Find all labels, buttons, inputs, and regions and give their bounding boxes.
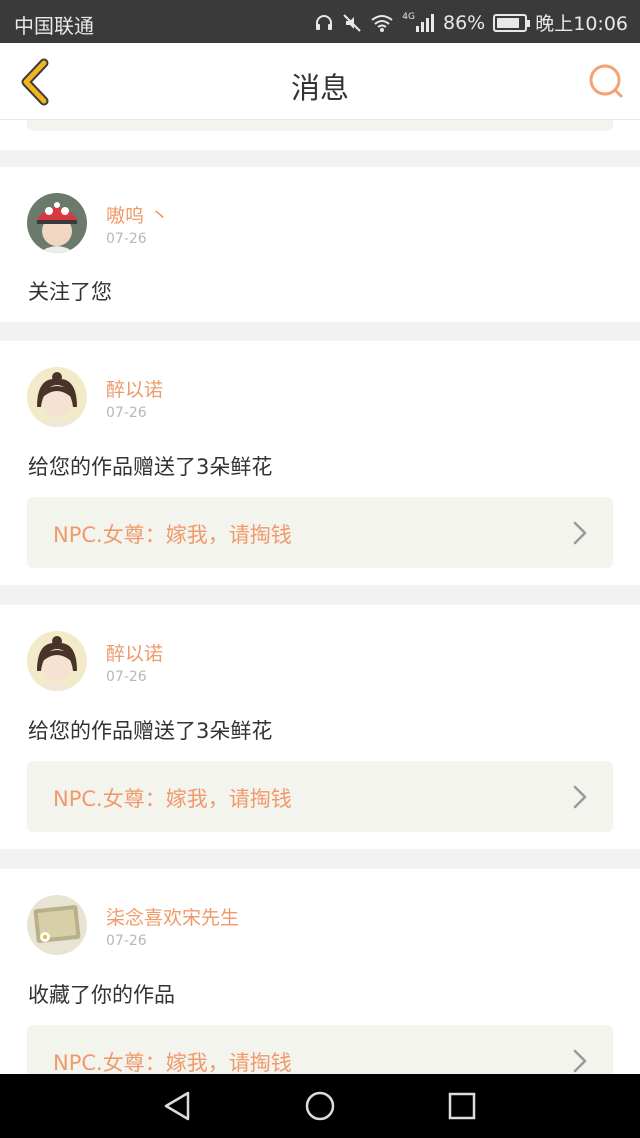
system-nav-bar <box>0 1074 640 1138</box>
message-date: 07-26 <box>106 669 147 685</box>
partial-card <box>0 120 640 150</box>
battery-icon <box>493 13 531 32</box>
app-header: 消息 <box>0 43 640 120</box>
message-card[interactable]: 醉以诺 07-26 给您的作品赠送了3朵鲜花 NPC.女尊：嫁我，请掏钱 <box>0 605 640 849</box>
headphones-icon <box>314 13 334 33</box>
home-circle-icon[interactable] <box>302 1088 338 1124</box>
username[interactable]: 柒念喜欢宋先生 <box>106 903 239 930</box>
work-title: NPC.女尊：嫁我，请掏钱 <box>53 1051 292 1075</box>
battery-percent: 86% <box>443 11 486 34</box>
message-date: 07-26 <box>106 405 147 421</box>
chevron-right-icon <box>573 521 587 545</box>
message-card[interactable]: 柒念喜欢宋先生 07-26 收藏了你的作品 NPC.女尊：嫁我，请掏钱 <box>0 869 640 1096</box>
clock: 晚上10:06 <box>535 13 628 35</box>
username[interactable]: 醉以诺 <box>106 375 163 402</box>
work-link[interactable]: NPC.女尊：嫁我，请掏钱 <box>27 497 613 568</box>
back-triangle-icon[interactable] <box>160 1088 196 1124</box>
avatar[interactable] <box>27 631 87 691</box>
message-date: 07-26 <box>106 231 147 247</box>
avatar[interactable] <box>27 193 87 253</box>
carrier-name: 中国联通 <box>14 14 94 38</box>
message-date: 07-26 <box>106 933 147 949</box>
avatar[interactable] <box>27 895 87 955</box>
page-title: 消息 <box>290 71 349 105</box>
chevron-right-icon <box>573 1049 587 1073</box>
username[interactable]: 嗷呜 丶 <box>106 201 169 228</box>
message-text: 关注了您 <box>28 280 112 304</box>
signal-icon: 4G <box>402 11 435 33</box>
message-card[interactable]: 醉以诺 07-26 给您的作品赠送了3朵鲜花 NPC.女尊：嫁我，请掏钱 <box>0 341 640 585</box>
message-text: 收藏了你的作品 <box>28 983 175 1007</box>
message-card[interactable]: 嗷呜 丶 07-26 关注了您 <box>0 167 640 322</box>
username[interactable]: 醉以诺 <box>106 639 163 666</box>
message-text: 给您的作品赠送了3朵鲜花 <box>28 719 273 743</box>
message-text: 给您的作品赠送了3朵鲜花 <box>28 455 273 479</box>
network-type: 4G <box>402 11 415 22</box>
status-icons: 4G 86% 晚上10:06 <box>314 9 628 36</box>
work-link[interactable]: NPC.女尊：嫁我，请掏钱 <box>27 761 613 832</box>
work-title: NPC.女尊：嫁我，请掏钱 <box>53 523 292 547</box>
search-icon[interactable] <box>588 63 624 99</box>
wifi-icon <box>370 13 394 33</box>
avatar[interactable] <box>27 367 87 427</box>
status-bar: 中国联通 4G 86% 晚上10:06 <box>0 0 640 43</box>
recents-square-icon[interactable] <box>444 1088 480 1124</box>
partial-work-box <box>27 120 613 131</box>
work-title: NPC.女尊：嫁我，请掏钱 <box>53 787 292 811</box>
chevron-right-icon <box>573 785 587 809</box>
mute-icon <box>342 13 362 33</box>
